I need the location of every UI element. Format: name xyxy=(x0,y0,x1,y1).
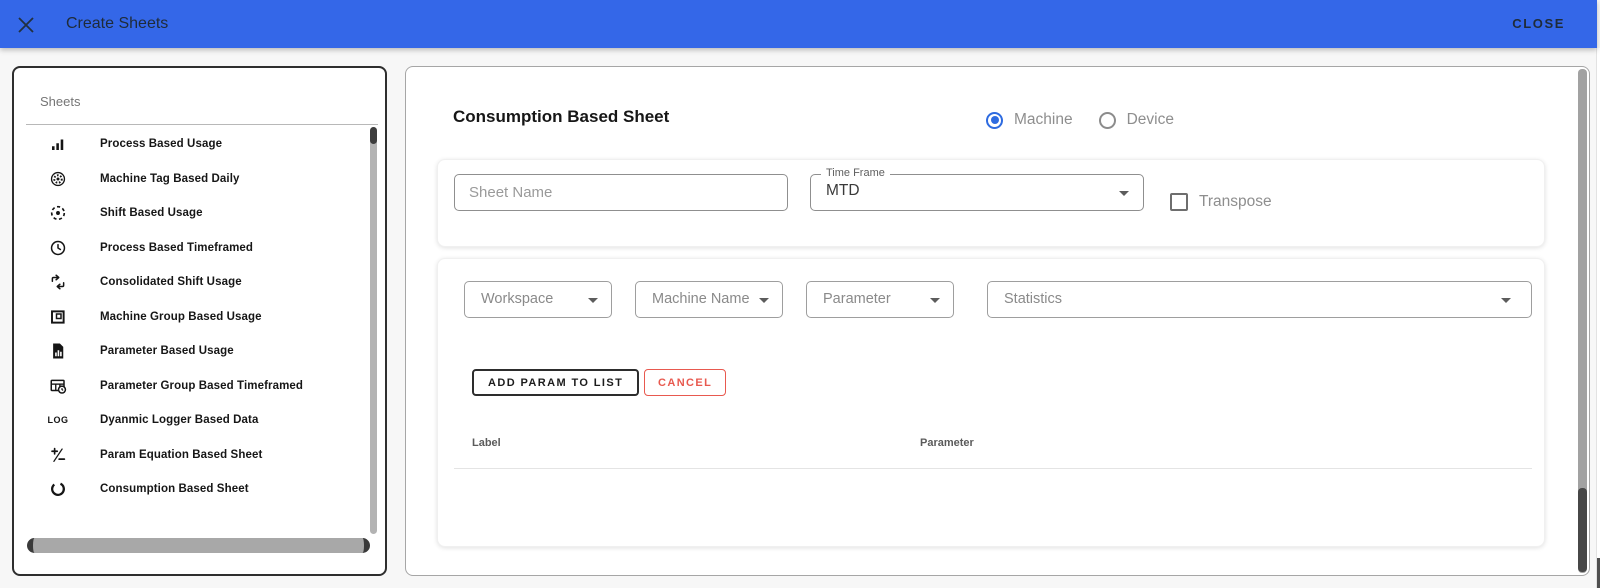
dropdown-arrow-icon xyxy=(1119,190,1129,196)
dialog-header: Create Sheets CLOSE xyxy=(0,0,1597,48)
loop-icon xyxy=(49,480,67,498)
dropdown-arrow-icon xyxy=(930,297,940,303)
dropdown-arrow-icon xyxy=(759,297,769,303)
statistics-select-label: Statistics xyxy=(1004,291,1063,307)
sheet-type-item-process-based-usage[interactable]: Process Based Usage xyxy=(32,127,362,162)
create-sheets-dialog: Create Sheets CLOSE Sheets Process Based… xyxy=(0,0,1600,588)
sheets-panel: Sheets Process Based Usage Machine Tag B… xyxy=(12,66,387,576)
sheet-type-label: Consolidated Shift Usage xyxy=(100,276,242,289)
sheet-type-item-consolidated-shift-usage[interactable]: Consolidated Shift Usage xyxy=(32,265,362,300)
panel-scrollbar-thumb[interactable] xyxy=(1578,488,1587,572)
sheet-type-item-dynamic-logger-based-data[interactable]: LOG Dyanmic Logger Based Data xyxy=(32,403,362,438)
close-x-button[interactable] xyxy=(16,14,38,36)
dialog-title: Create Sheets xyxy=(66,15,169,32)
plus-minus-icon xyxy=(49,446,67,464)
clock-icon xyxy=(49,239,67,257)
statistics-select[interactable]: Statistics xyxy=(987,281,1532,318)
sheet-type-item-consumption-based-sheet[interactable]: Consumption Based Sheet xyxy=(32,472,362,507)
add-param-button[interactable]: ADD PARAM TO LIST xyxy=(472,369,640,396)
sheet-type-item-machine-tag-based-daily[interactable]: Machine Tag Based Daily xyxy=(32,162,362,197)
time-frame-value: MTD xyxy=(826,182,860,199)
radio-option-machine[interactable]: Machine xyxy=(986,111,1073,129)
radio-option-device[interactable]: Device xyxy=(1098,111,1174,129)
sheet-type-label: Param Equation Based Sheet xyxy=(100,448,263,461)
page-scrollbar[interactable] xyxy=(1596,48,1600,588)
sheets-panel-title: Sheets xyxy=(40,94,81,109)
merge-arrows-icon xyxy=(49,273,67,291)
sheet-name-input[interactable] xyxy=(454,174,788,211)
sheet-type-label: Process Based Timeframed xyxy=(100,241,254,254)
machine-name-select-label: Machine Name xyxy=(652,291,750,307)
sheet-type-label: Dyanmic Logger Based Data xyxy=(100,414,259,427)
bar-chart-icon xyxy=(49,135,67,153)
sheet-config-panel: Consumption Based Sheet Machine Device T… xyxy=(405,66,1590,576)
nested-squares-icon xyxy=(49,308,67,326)
close-button[interactable]: CLOSE xyxy=(1512,0,1565,48)
sheet-type-label: Machine Tag Based Daily xyxy=(100,172,240,185)
sheet-type-label: Consumption Based Sheet xyxy=(100,483,249,496)
sheet-type-label: Shift Based Usage xyxy=(100,207,203,220)
radio-machine-label: Machine xyxy=(1014,111,1073,128)
sheet-type-item-parameter-group-based-timeframed[interactable]: Parameter Group Based Timeframed xyxy=(32,369,362,404)
radio-selected-icon[interactable] xyxy=(986,111,1003,129)
gear-circle-icon xyxy=(49,170,67,188)
table-clock-icon xyxy=(49,377,67,395)
workspace-select[interactable]: Workspace xyxy=(464,281,612,318)
sheet-settings-card: Time Frame MTD Transpose xyxy=(437,159,1545,247)
target-type-radio-group: Machine Device xyxy=(986,109,1174,131)
workspace-select-label: Workspace xyxy=(481,291,554,307)
log-icon: LOG xyxy=(47,415,69,426)
dashed-circle-icon xyxy=(49,204,67,222)
panel-scrollbar[interactable] xyxy=(1578,69,1587,573)
sheet-type-label: Process Based Usage xyxy=(100,138,223,151)
radio-device-label: Device xyxy=(1126,111,1174,128)
table-header-divider xyxy=(454,468,1532,469)
sheet-type-label: Parameter Group Based Timeframed xyxy=(100,379,304,392)
sheet-list-horizontal-scrollbar[interactable] xyxy=(27,538,370,553)
sheet-type-item-shift-based-usage[interactable]: Shift Based Usage xyxy=(32,196,362,231)
transpose-checkbox[interactable] xyxy=(1170,193,1188,211)
dropdown-arrow-icon xyxy=(588,297,598,303)
sheet-list-vertical-scrollbar[interactable] xyxy=(370,127,377,534)
sheet-type-list: Process Based Usage Machine Tag Based Da… xyxy=(32,127,362,534)
parameter-select-label: Parameter xyxy=(823,291,891,307)
time-frame-label: Time Frame xyxy=(821,167,890,179)
cancel-button[interactable]: CANCEL xyxy=(644,369,727,396)
transpose-label: Transpose xyxy=(1199,193,1272,210)
parameter-select[interactable]: Parameter xyxy=(806,281,954,318)
dropdown-arrow-icon xyxy=(1501,297,1511,303)
sheet-type-item-machine-group-based-usage[interactable]: Machine Group Based Usage xyxy=(32,300,362,335)
sheet-list-vertical-scrollbar-thumb[interactable] xyxy=(370,127,377,144)
sheet-type-title: Consumption Based Sheet xyxy=(453,107,670,126)
sheet-type-label: Parameter Based Usage xyxy=(100,345,234,358)
machine-name-select[interactable]: Machine Name xyxy=(635,281,783,318)
close-x-icon xyxy=(16,15,38,35)
table-header-parameter: Parameter xyxy=(920,437,974,449)
sheet-type-label: Machine Group Based Usage xyxy=(100,310,262,323)
radio-unselected-icon[interactable] xyxy=(1098,111,1116,129)
time-frame-select[interactable]: Time Frame MTD xyxy=(810,167,1144,211)
sheet-type-item-parameter-based-usage[interactable]: Parameter Based Usage xyxy=(32,334,362,369)
sheet-type-item-param-equation-based-sheet[interactable]: Param Equation Based Sheet xyxy=(32,438,362,473)
sheet-type-item-process-based-timeframed[interactable]: Process Based Timeframed xyxy=(32,231,362,266)
document-chart-icon xyxy=(49,342,67,360)
parameter-card: Workspace Machine Name Parameter Statist… xyxy=(437,258,1545,547)
table-header-label: Label xyxy=(472,437,501,449)
divider xyxy=(26,124,378,125)
